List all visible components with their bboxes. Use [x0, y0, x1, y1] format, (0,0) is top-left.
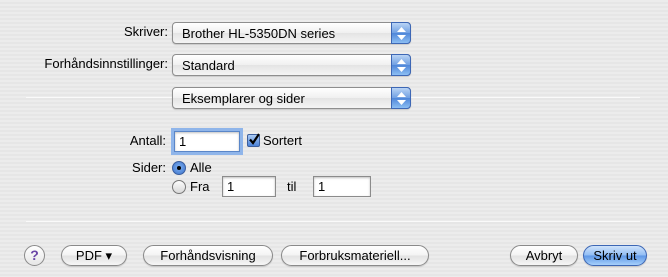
presets-label: Forhåndsinnstillinger: — [44, 56, 168, 71]
copies-label: Antall: — [129, 133, 166, 148]
copies-input[interactable]: 1 — [171, 128, 243, 155]
pages-label: Sider: — [132, 160, 166, 175]
separator-left — [26, 97, 172, 98]
collate-label: Sortert — [263, 133, 303, 148]
pages-from-label: Fra — [190, 179, 210, 194]
pages-to-input[interactable]: 1 — [313, 176, 371, 197]
pdf-button[interactable]: PDF ▾ — [61, 245, 127, 266]
printer-popup[interactable]: Brother HL-5350DN series — [172, 22, 411, 44]
presets-popup[interactable]: Standard — [172, 54, 411, 76]
printer-label: Skriver: — [123, 24, 168, 39]
separator-right — [411, 97, 640, 98]
panel-popup[interactable]: Eksemplarer og sider — [172, 87, 411, 109]
supplies-button[interactable]: Forbruksmateriell... — [281, 245, 429, 266]
presets-value: Standard — [182, 58, 235, 73]
pages-all-label: Alle — [190, 160, 212, 175]
print-button[interactable]: Skriv ut — [583, 245, 647, 266]
collate-checkbox[interactable] — [247, 133, 260, 147]
cancel-button[interactable]: Avbryt — [510, 245, 578, 266]
popup-arrows-icon — [391, 22, 411, 44]
pages-to-label: til — [287, 179, 297, 194]
pages-all-radio[interactable] — [172, 161, 186, 175]
popup-arrows-icon — [391, 54, 411, 76]
pages-from-radio[interactable] — [172, 180, 186, 194]
preview-button[interactable]: Forhåndsvisning — [143, 245, 273, 266]
separator-bottom — [26, 221, 640, 222]
popup-arrows-icon — [391, 87, 411, 109]
help-button[interactable]: ? — [24, 245, 45, 266]
panel-value: Eksemplarer og sider — [182, 91, 305, 106]
checkmark-icon — [249, 133, 260, 145]
pages-from-input[interactable]: 1 — [222, 176, 276, 197]
printer-value: Brother HL-5350DN series — [182, 26, 336, 41]
